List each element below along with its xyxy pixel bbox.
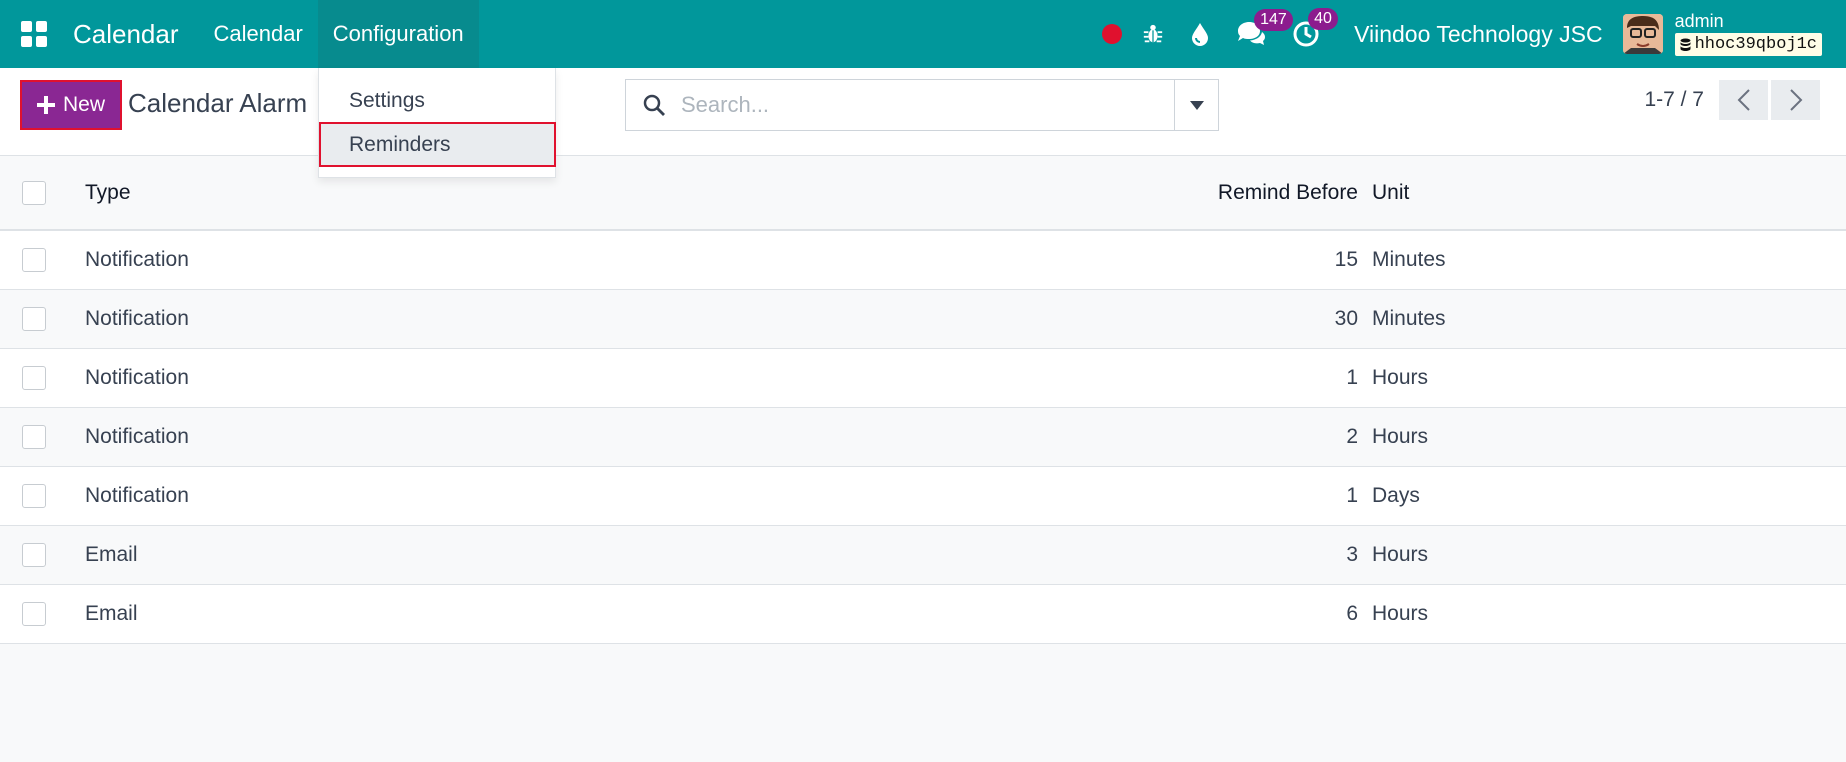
cell-type: Notification	[72, 407, 1072, 467]
table-row[interactable]: Email 3 Hours	[0, 525, 1846, 585]
cell-remind-before: 6	[1072, 584, 1372, 644]
page-title: Calendar Alarm	[128, 88, 308, 118]
column-header-type[interactable]: Type	[72, 156, 1072, 231]
cell-remind-before: 3	[1072, 525, 1372, 585]
column-header-remind-before[interactable]: Remind Before	[1072, 156, 1372, 231]
menu-configuration[interactable]: Configuration	[317, 0, 479, 68]
app-switcher-icon[interactable]	[0, 0, 68, 68]
chevron-left-icon	[1737, 89, 1750, 111]
activities-clock-icon[interactable]: 40	[1292, 8, 1338, 48]
pager-next-button[interactable]	[1771, 80, 1820, 120]
cell-unit: Days	[1372, 466, 1846, 526]
cell-type: Notification	[72, 230, 1072, 290]
table-row[interactable]: Notification 1 Hours	[0, 348, 1846, 408]
column-header-unit[interactable]: Unit	[1372, 156, 1846, 231]
row-checkbox[interactable]	[22, 365, 46, 390]
database-icon	[1680, 38, 1691, 51]
cell-unit: Hours	[1372, 584, 1846, 644]
caret-down-icon	[1189, 100, 1204, 110]
row-checkbox[interactable]	[22, 306, 46, 331]
cell-unit: Hours	[1372, 407, 1846, 467]
user-name: admin	[1674, 11, 1724, 31]
cell-type: Notification	[72, 348, 1072, 408]
company-switcher[interactable]: Viindoo Technology JSC	[1354, 21, 1603, 48]
new-button-label: New	[62, 93, 105, 116]
top-navbar: Calendar Calendar Configuration 147 40 V…	[0, 0, 1846, 68]
messages-count-badge: 147	[1254, 9, 1293, 31]
reminders-table: Type Remind Before Unit Notification 15 …	[0, 156, 1846, 644]
new-button[interactable]: New	[20, 80, 122, 130]
dropdown-item-settings[interactable]: Settings	[319, 80, 555, 122]
select-all-checkbox[interactable]	[22, 180, 46, 205]
app-brand[interactable]: Calendar	[73, 19, 179, 50]
messages-icon[interactable]: 147	[1236, 9, 1293, 47]
main-menu: Calendar Configuration	[199, 0, 479, 68]
search-icon	[626, 93, 681, 117]
dropdown-item-reminders[interactable]: Reminders	[319, 122, 556, 167]
plus-icon	[36, 96, 55, 114]
row-checkbox[interactable]	[22, 601, 46, 626]
database-tag: hhoc39qboj1c	[1674, 33, 1822, 56]
cell-remind-before: 1	[1072, 466, 1372, 526]
search-options-toggle[interactable]	[1174, 80, 1218, 130]
debug-bug-icon[interactable]	[1142, 23, 1164, 45]
table-row[interactable]: Notification 15 Minutes	[0, 230, 1846, 290]
control-panel: New Calendar Alarm 1-7 / 7	[0, 68, 1846, 156]
pager-value[interactable]: 1-7 / 7	[1644, 88, 1704, 112]
recording-indicator-icon[interactable]	[1102, 24, 1123, 44]
cell-unit: Hours	[1372, 348, 1846, 408]
row-checkbox[interactable]	[22, 247, 46, 272]
select-all-cell	[0, 156, 72, 231]
search-bar	[625, 79, 1219, 131]
cell-unit: Minutes	[1372, 230, 1846, 290]
table-row[interactable]: Email 6 Hours	[0, 584, 1846, 644]
cell-type: Notification	[72, 466, 1072, 526]
table-row[interactable]: Notification 1 Days	[0, 466, 1846, 526]
cell-type: Email	[72, 584, 1072, 644]
cell-unit: Hours	[1372, 525, 1846, 585]
cell-remind-before: 1	[1072, 348, 1372, 408]
chevron-right-icon	[1789, 89, 1802, 111]
pager: 1-7 / 7	[1644, 80, 1820, 120]
database-name: hhoc39qboj1c	[1694, 35, 1817, 54]
table-header-row: Type Remind Before Unit	[0, 156, 1846, 231]
search-input[interactable]	[681, 92, 1174, 118]
cell-unit: Minutes	[1372, 289, 1846, 349]
row-checkbox[interactable]	[22, 424, 46, 449]
row-checkbox[interactable]	[22, 483, 46, 508]
menu-calendar[interactable]: Calendar	[199, 0, 318, 68]
user-avatar[interactable]	[1622, 14, 1663, 54]
configuration-dropdown: Settings Reminders	[318, 68, 556, 178]
theme-droplet-icon[interactable]	[1190, 22, 1210, 46]
systray: 147 40 Viindoo Technology JSC admin hhoc…	[1102, 0, 1822, 68]
cell-remind-before: 15	[1072, 230, 1372, 290]
cell-remind-before: 2	[1072, 407, 1372, 467]
row-checkbox[interactable]	[22, 542, 46, 567]
user-menu[interactable]: admin hhoc39qboj1c	[1674, 11, 1822, 56]
activities-count-badge: 40	[1308, 8, 1338, 30]
table-row[interactable]: Notification 2 Hours	[0, 407, 1846, 467]
cell-remind-before: 30	[1072, 289, 1372, 349]
cell-type: Notification	[72, 289, 1072, 349]
table-row[interactable]: Notification 30 Minutes	[0, 289, 1846, 349]
pager-previous-button[interactable]	[1719, 80, 1768, 120]
cell-type: Email	[72, 525, 1072, 585]
